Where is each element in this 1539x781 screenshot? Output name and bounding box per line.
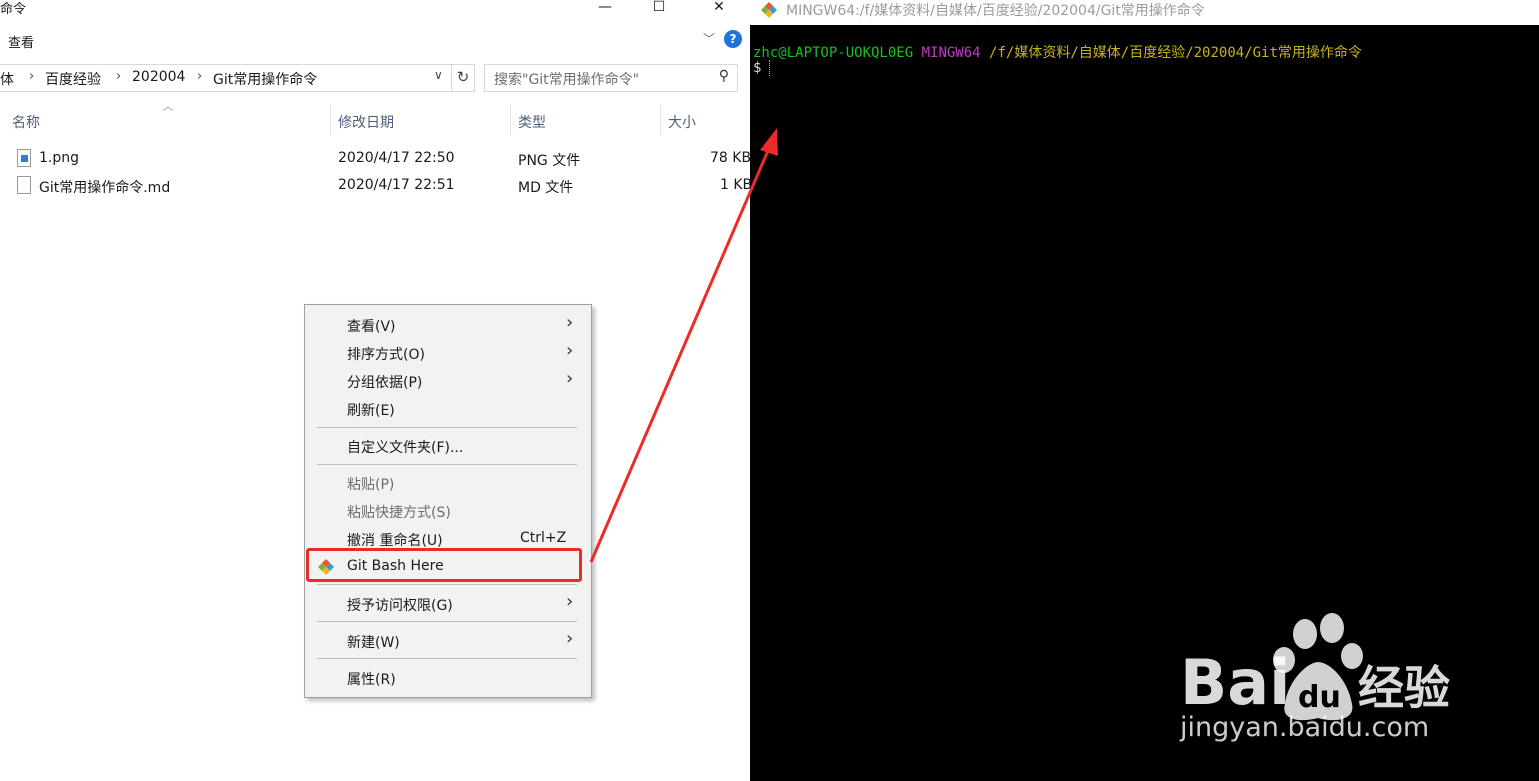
- highlight-box: [306, 548, 582, 582]
- menu-item-paste[interactable]: 粘贴(P): [305, 470, 591, 496]
- file-name: Git常用操作命令.md: [39, 180, 171, 196]
- terminal-title-bar[interactable]: MINGW64:/f/媒体资料/自媒体/百度经验/202004/Git常用操作命…: [750, 0, 1539, 25]
- breadcrumb-separator-icon[interactable]: ›: [29, 69, 34, 84]
- chevron-right-icon: ›: [566, 340, 574, 361]
- search-placeholder: 搜索"Git常用操作命令": [494, 72, 640, 88]
- minimize-button[interactable]: —: [582, 0, 628, 20]
- terminal-user-host: zhc@LAPTOP-UOKQL0EG: [753, 45, 914, 61]
- menu-separator: [317, 464, 577, 465]
- terminal-prompt-line: zhc@LAPTOP-UOKQL0EG MINGW64 /f/媒体资料/自媒体/…: [753, 42, 1362, 62]
- watermark-url: jingyan.baidu.com: [1180, 712, 1430, 743]
- breadcrumb-separator-icon[interactable]: ›: [197, 69, 202, 84]
- menu-item-view[interactable]: 查看(V) ›: [305, 312, 591, 338]
- menu-item-label: 属性(R): [347, 672, 396, 688]
- column-divider[interactable]: [660, 104, 661, 136]
- column-header-type[interactable]: 类型: [518, 112, 546, 132]
- column-divider[interactable]: [330, 104, 331, 136]
- menu-item-new[interactable]: 新建(W) ›: [305, 628, 591, 654]
- breadcrumb-item[interactable]: 202004: [132, 69, 185, 85]
- maximize-button[interactable]: ☐: [636, 0, 682, 20]
- terminal-path: /f/媒体资料/自媒体/百度经验/202004/Git常用操作命令: [989, 45, 1362, 61]
- ribbon-collapse-icon[interactable]: ﹀: [703, 30, 715, 47]
- address-dropdown-icon[interactable]: ∨: [434, 68, 443, 82]
- menu-item-properties[interactable]: 属性(R): [305, 665, 591, 691]
- menu-item-paste-shortcut[interactable]: 粘贴快捷方式(S): [305, 498, 591, 524]
- explorer-title-bar[interactable]: 命令 — ☐ ✕: [0, 0, 750, 22]
- document-file-icon: [17, 176, 31, 194]
- file-type: MD 文件: [518, 180, 574, 196]
- menu-item-label: 刷新(E): [347, 403, 395, 419]
- refresh-icon[interactable]: ↻: [451, 65, 474, 91]
- menu-item-shortcut: Ctrl+Z: [520, 530, 567, 546]
- column-header-size[interactable]: 大小: [668, 112, 696, 132]
- menu-item-label: 分组依据(P): [347, 375, 423, 391]
- menu-item-label: 查看(V): [347, 319, 396, 335]
- help-icon[interactable]: ?: [724, 30, 742, 48]
- address-bar[interactable]: 体 › 百度经验 › 202004 › Git常用操作命令 ∨ ↻: [0, 64, 475, 92]
- menu-item-label: 粘贴快捷方式(S): [347, 505, 451, 521]
- file-size: 1 KB: [720, 177, 750, 193]
- file-name: 1.png: [39, 150, 80, 166]
- file-modified: 2020/4/17 22:51: [338, 177, 455, 193]
- column-divider[interactable]: [510, 104, 511, 136]
- menu-item-label: 自定义文件夹(F)...: [347, 440, 464, 456]
- svg-text:Bai: Bai: [1180, 646, 1290, 719]
- search-icon[interactable]: ⚲: [719, 68, 729, 84]
- image-file-icon: [17, 149, 31, 167]
- chevron-right-icon: ›: [566, 312, 574, 333]
- ribbon-tab-view[interactable]: 查看: [8, 32, 34, 51]
- window-title: 命令: [0, 2, 27, 17]
- breadcrumb-item[interactable]: 百度经验: [45, 69, 101, 89]
- column-header-name[interactable]: 名称: [12, 112, 40, 132]
- chevron-right-icon: ›: [566, 368, 574, 389]
- sort-ascending-icon: ︿: [163, 102, 173, 113]
- svg-text:du: du: [1298, 680, 1341, 715]
- svg-text:经验: 经验: [1358, 661, 1450, 715]
- menu-item-label: 新建(W): [347, 635, 400, 651]
- terminal-prompt-symbol: $: [753, 60, 762, 76]
- file-size: 78 KB: [710, 150, 750, 166]
- menu-item-customize-folder[interactable]: 自定义文件夹(F)...: [305, 433, 591, 459]
- column-header-modified[interactable]: 修改日期: [338, 112, 394, 132]
- chevron-right-icon: ›: [566, 628, 574, 649]
- menu-item-refresh[interactable]: 刷新(E): [305, 396, 591, 422]
- chevron-right-icon: ›: [566, 591, 574, 612]
- menu-item-sort-by[interactable]: 排序方式(O) ›: [305, 340, 591, 366]
- file-row[interactable]: Git常用操作命令.md 2020/4/17 22:51 MD 文件 1 KB: [0, 174, 750, 198]
- breadcrumb-separator-icon[interactable]: ›: [116, 69, 121, 84]
- file-type: PNG 文件: [518, 153, 581, 169]
- git-logo-icon: [761, 2, 777, 18]
- menu-item-label: 授予访问权限(G): [347, 598, 453, 614]
- menu-item-group-by[interactable]: 分组依据(P) ›: [305, 368, 591, 394]
- menu-item-label: 排序方式(O): [347, 347, 425, 363]
- menu-item-label: 撤消 重命名(U): [347, 533, 443, 549]
- close-button[interactable]: ✕: [696, 0, 742, 20]
- search-box[interactable]: 搜索"Git常用操作命令" ⚲: [484, 64, 738, 92]
- context-menu: 查看(V) › 排序方式(O) › 分组依据(P) › 刷新(E) 自定义文件夹…: [304, 304, 592, 698]
- menu-item-give-access[interactable]: 授予访问权限(G) ›: [305, 591, 591, 617]
- terminal-env: MINGW64: [921, 45, 981, 61]
- menu-separator: [317, 584, 577, 585]
- terminal-cursor[interactable]: [769, 60, 771, 76]
- breadcrumb-item[interactable]: 体: [0, 69, 14, 89]
- file-row[interactable]: 1.png 2020/4/17 22:50 PNG 文件 78 KB: [0, 147, 750, 171]
- menu-separator: [317, 621, 577, 622]
- breadcrumb-item[interactable]: Git常用操作命令: [213, 69, 317, 89]
- menu-separator: [317, 427, 577, 428]
- menu-item-label: 粘贴(P): [347, 477, 395, 493]
- file-modified: 2020/4/17 22:50: [338, 150, 455, 166]
- terminal-title: MINGW64:/f/媒体资料/自媒体/百度经验/202004/Git常用操作命…: [786, 3, 1205, 19]
- menu-separator: [317, 658, 577, 659]
- column-headers: ︿ 名称 修改日期 类型 大小: [0, 102, 750, 136]
- ribbon: 查看 ﹀ ?: [0, 28, 750, 54]
